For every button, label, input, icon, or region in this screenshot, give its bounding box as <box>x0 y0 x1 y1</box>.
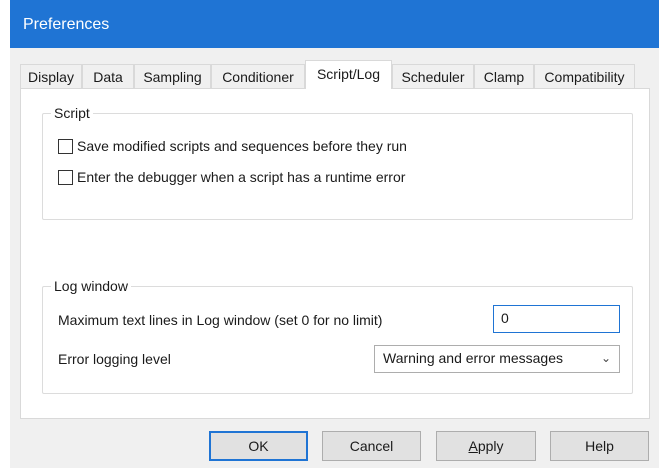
tab-data[interactable]: Data <box>82 64 134 88</box>
dialog-client-area: Display Data Sampling Conditioner Script… <box>10 48 659 468</box>
max-lines-input[interactable]: 0 <box>493 305 620 333</box>
cancel-button[interactable]: Cancel <box>322 431 421 461</box>
script-group: Script Save modified scripts and sequenc… <box>42 105 633 220</box>
tab-conditioner[interactable]: Conditioner <box>211 64 305 88</box>
apply-button[interactable]: Apply <box>436 431 536 461</box>
apply-mnemonic: A <box>468 438 478 454</box>
chevron-down-icon: ⌄ <box>600 351 611 365</box>
tab-scheduler[interactable]: Scheduler <box>392 64 474 88</box>
tab-compatibility[interactable]: Compatibility <box>534 64 635 88</box>
tab-display[interactable]: Display <box>20 64 82 88</box>
error-level-value: Warning and error messages <box>383 350 564 366</box>
max-lines-label: Maximum text lines in Log window (set 0 … <box>58 312 383 328</box>
debugger-checkbox[interactable] <box>58 169 73 185</box>
error-level-select[interactable]: Warning and error messages ⌄ <box>374 345 620 373</box>
save-scripts-checkbox[interactable] <box>58 138 73 154</box>
script-group-legend: Script <box>51 105 93 121</box>
debugger-option[interactable]: Enter the debugger when a script has a r… <box>58 169 405 185</box>
ok-button[interactable]: OK <box>209 431 308 461</box>
save-scripts-option[interactable]: Save modified scripts and sequences befo… <box>58 138 407 154</box>
apply-label-rest: pply <box>477 438 504 454</box>
save-scripts-label: Save modified scripts and sequences befo… <box>77 138 407 154</box>
help-button[interactable]: Help <box>550 431 649 461</box>
window-title: Preferences <box>23 16 110 33</box>
log-window-group: Log window Maximum text lines in Log win… <box>42 278 633 394</box>
error-level-label: Error logging level <box>58 351 171 367</box>
debugger-label: Enter the debugger when a script has a r… <box>77 169 406 185</box>
tab-sampling[interactable]: Sampling <box>134 64 211 88</box>
tab-clamp[interactable]: Clamp <box>474 64 534 88</box>
log-window-legend: Log window <box>51 278 131 294</box>
tab-script-log[interactable]: Script/Log <box>305 60 392 89</box>
tab-panel-script-log: Script Save modified scripts and sequenc… <box>20 88 650 419</box>
title-bar[interactable]: Preferences <box>10 0 659 48</box>
